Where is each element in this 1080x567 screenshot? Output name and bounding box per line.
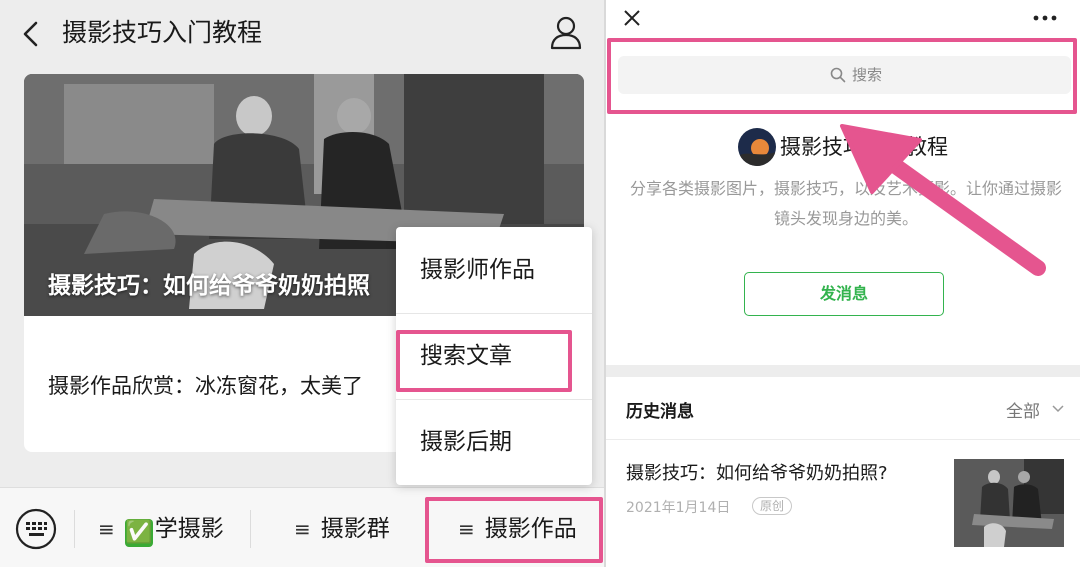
chat-header: 摄影技巧入门教程 xyxy=(0,0,604,66)
avatar xyxy=(738,128,776,166)
history-filter-dropdown[interactable]: 全部 xyxy=(1006,397,1040,422)
person-icon[interactable] xyxy=(549,15,583,51)
highlight-box-photography-works xyxy=(425,497,603,563)
menu-divider xyxy=(74,510,75,548)
original-badge: 原创 xyxy=(752,497,793,515)
history-article-date: 2021年1月14日 xyxy=(626,500,731,516)
submenu-item-post-processing[interactable]: 摄影后期 xyxy=(396,399,592,485)
highlight-box-search-articles xyxy=(396,330,572,392)
more-dots-icon[interactable] xyxy=(1032,8,1058,28)
page-title: 摄影技巧入门教程 xyxy=(62,18,263,47)
section-divider xyxy=(606,439,1080,440)
highlight-box-search xyxy=(607,38,1077,114)
history-messages-section: 历史消息 全部 摄影技巧：如何给爷爷奶奶拍照? 2021年1月14日 原创 xyxy=(606,377,1080,567)
left-panel: 摄影技巧入门教程 摄影技巧：如何给爷爷奶奶拍照 摄影作品欣赏：冰冻窗花，太美了 xyxy=(0,0,604,567)
history-title: 历史消息 xyxy=(626,402,694,422)
keyboard-icon[interactable] xyxy=(14,507,58,551)
history-article-thumbnail[interactable] xyxy=(954,459,1064,547)
account-description: 分享各类摄影图片，摄影技巧，以及艺术摄影。让你通过摄影镜头发现身边的美。 xyxy=(629,179,1062,228)
chevron-down-icon[interactable] xyxy=(1052,404,1064,414)
menu-photography-group[interactable]: ≡ 摄影群 xyxy=(294,510,390,548)
menu-lines-icon: ≡ xyxy=(98,517,115,541)
article-overlay-title: 摄影技巧：如何给爷爷奶奶拍照 xyxy=(48,273,370,299)
close-icon[interactable] xyxy=(622,8,642,28)
submenu-item-photographer-works[interactable]: 摄影师作品 xyxy=(396,227,592,313)
menu-divider xyxy=(250,510,251,548)
account-name: 摄影技巧入门教程 xyxy=(780,135,948,159)
menu-learn-photography[interactable]: ≡ ✅学摄影 xyxy=(98,510,224,548)
menu-lines-icon: ≡ xyxy=(294,517,311,541)
article-subtitle[interactable]: 摄影作品欣赏：冰冻窗花，太美了 xyxy=(48,370,363,400)
check-icon: ✅ xyxy=(124,519,153,547)
history-article-title[interactable]: 摄影技巧：如何给爷爷奶奶拍照? xyxy=(626,459,888,485)
chevron-left-icon[interactable] xyxy=(20,20,42,48)
send-message-button[interactable]: 发消息 xyxy=(744,272,944,316)
